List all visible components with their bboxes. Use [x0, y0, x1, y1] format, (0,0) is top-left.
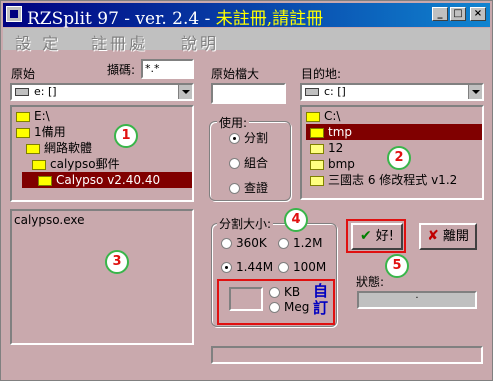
folder-open-icon [16, 111, 30, 122]
radio-dot [221, 238, 232, 249]
source-file-list[interactable]: calypso.exe [10, 209, 194, 345]
folder-item[interactable]: 12 [310, 140, 343, 156]
marker-2: 2 [387, 146, 411, 170]
radio-dot [269, 287, 280, 298]
radio-dot [278, 262, 289, 273]
menu-bar: 設 定 註冊處 說明 [3, 28, 490, 53]
menu-help[interactable]: 說明 [181, 30, 219, 54]
radio-1-2m[interactable]: 1.2M [278, 236, 322, 250]
folder-icon [310, 143, 324, 154]
folder-item[interactable]: calypso郵件 [32, 156, 120, 172]
source-drive-value: e: [] [34, 85, 57, 98]
custom-label: 自訂 [313, 282, 329, 317]
window-title: RZSplit 97 - ver. 2.4 - 未註冊,請註冊 [27, 4, 323, 29]
folder-icon [310, 175, 324, 186]
status-field: · [357, 291, 477, 309]
app-icon[interactable] [6, 6, 22, 22]
radio-split[interactable]: 分割 [229, 129, 268, 146]
minimize-button[interactable]: _ [432, 7, 448, 21]
radio-dot-checked [229, 133, 240, 144]
folder-open-icon [310, 127, 324, 138]
dest-drive-select[interactable]: c: [] [300, 83, 484, 101]
ok-button[interactable]: ✔ 好! [351, 223, 403, 250]
folder-open-icon [16, 127, 30, 138]
folder-icon [310, 159, 324, 170]
radio-dot [229, 183, 240, 194]
mask-label: 擷碼: [107, 63, 136, 77]
marker-4: 4 [284, 208, 308, 232]
title-main: RZSplit 97 - ver. 2.4 - [27, 9, 216, 29]
file-item[interactable]: calypso.exe [14, 212, 85, 228]
dest-label: 目的地: [301, 67, 342, 81]
folder-item[interactable]: 網路軟體 [26, 140, 92, 156]
folder-open-icon [26, 143, 40, 154]
dest-drive-value: c: [] [324, 85, 346, 98]
menu-settings[interactable]: 設 定 [15, 30, 61, 54]
marker-3: 3 [105, 250, 129, 274]
main-window: RZSplit 97 - ver. 2.4 - 未註冊,請註冊 _ □ × 設 … [0, 0, 493, 381]
radio-dot-checked [221, 262, 232, 273]
radio-1-44m[interactable]: 1.44M [221, 260, 273, 274]
marker-1: 1 [114, 124, 138, 148]
radio-100m[interactable]: 100M [278, 260, 326, 274]
chevron-down-icon[interactable] [468, 85, 482, 99]
folder-item[interactable]: bmp [310, 156, 355, 172]
folder-open-icon [306, 111, 320, 122]
radio-combine[interactable]: 組合 [229, 154, 268, 171]
radio-meg[interactable]: Meg [269, 300, 309, 314]
size-display [211, 83, 286, 104]
drive-icon [15, 88, 29, 96]
folder-item-selected[interactable]: Calypso v2.40.40 [22, 172, 192, 188]
status-label: 狀態: [356, 275, 385, 289]
radio-dot [269, 302, 280, 313]
radio-dot [278, 238, 289, 249]
checkmark-icon: ✔ [360, 228, 372, 244]
size-label: 原始檔大 [211, 67, 260, 81]
source-folder-list[interactable]: E:\ 1備用 網路軟體 calypso郵件 Calypso v2.40.40 [10, 105, 194, 202]
folder-open-icon [32, 159, 46, 170]
marker-5: 5 [385, 254, 409, 278]
menu-register[interactable]: 註冊處 [91, 30, 148, 54]
radio-kb[interactable]: KB [269, 285, 300, 299]
radio-360k[interactable]: 360K [221, 236, 267, 250]
custom-size-input[interactable] [229, 287, 263, 311]
source-drive-select[interactable]: e: [] [10, 83, 194, 101]
progress-bar [211, 346, 483, 364]
exit-button[interactable]: ✘ 離開 [419, 223, 477, 250]
mask-input[interactable]: *.* [141, 59, 194, 79]
split-size-title: 分割大小: [217, 215, 274, 232]
folder-item[interactable]: 三國志 6 修改程式 v1.2 [310, 172, 457, 188]
mask-value: *.* [145, 62, 160, 75]
maximize-button[interactable]: □ [450, 7, 466, 21]
folder-item[interactable]: C:\ [306, 108, 340, 124]
drive-icon [305, 88, 319, 96]
source-label: 原始 [11, 67, 36, 81]
close-button[interactable]: × [470, 7, 486, 21]
folder-item-selected[interactable]: tmp [306, 124, 482, 140]
folder-item[interactable]: E:\ [16, 108, 50, 124]
chevron-down-icon[interactable] [178, 85, 192, 99]
close-x-icon: ✘ [427, 228, 439, 244]
folder-item[interactable]: 1備用 [16, 124, 66, 140]
title-unregistered: 未註冊,請註冊 [215, 9, 324, 29]
radio-dot [229, 158, 240, 169]
radio-verify[interactable]: 查證 [229, 179, 268, 196]
folder-open-icon [38, 175, 52, 186]
title-bar[interactable]: RZSplit 97 - ver. 2.4 - 未註冊,請註冊 _ □ × [3, 3, 490, 29]
